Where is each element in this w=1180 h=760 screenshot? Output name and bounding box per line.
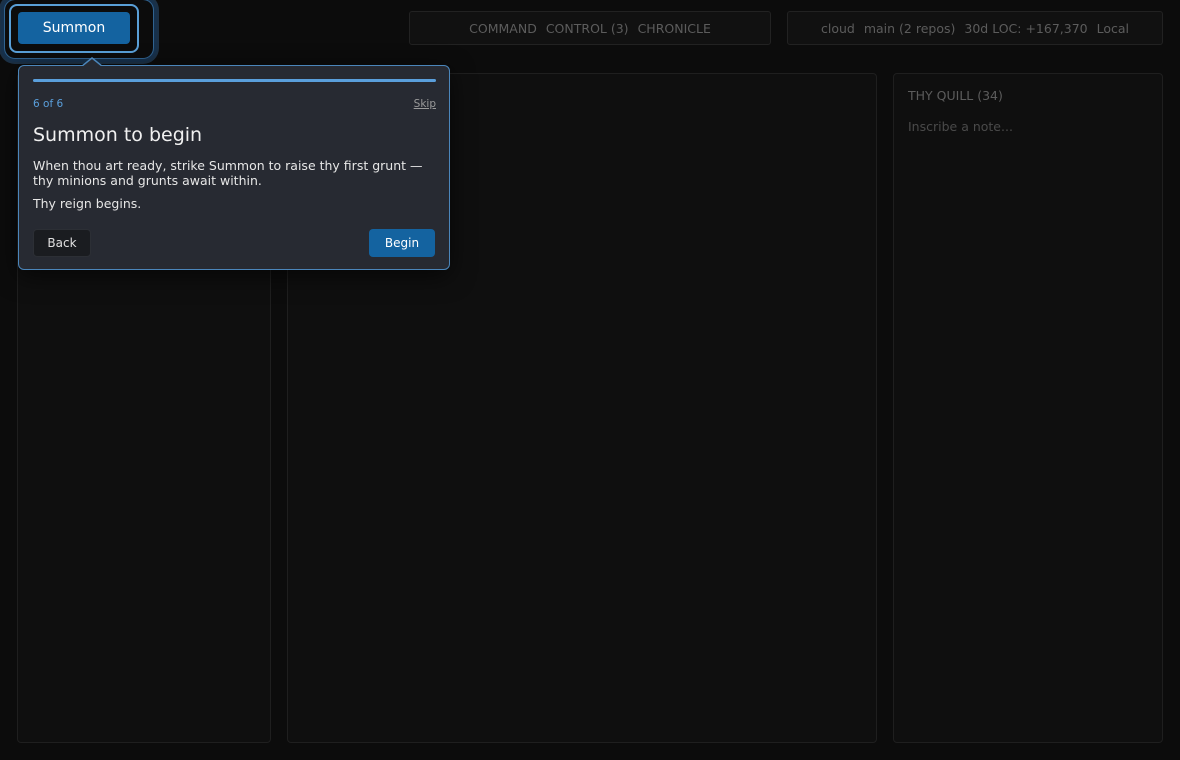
tour-step-counter: 6 of 6 — [33, 98, 64, 110]
tour-popover: 6 of 6 Skip Summon to begin When thou ar… — [18, 57, 450, 270]
nav-bar: COMMAND CONTROL (3) CHRONICLE — [409, 11, 771, 45]
note-input[interactable] — [908, 116, 1148, 136]
tour-progress-bar — [33, 79, 436, 82]
tour-back-button[interactable]: Back — [33, 229, 91, 257]
quill-panel: THY QUILL (34) — [893, 73, 1163, 743]
status-branch[interactable]: main (2 repos) — [864, 21, 956, 36]
status-bar: cloud main (2 repos) 30d LOC: +167,370 L… — [787, 11, 1163, 45]
tour-begin-button[interactable]: Begin — [369, 229, 435, 257]
tour-skip-link[interactable]: Skip — [414, 98, 436, 110]
tour-title: Summon to begin — [33, 124, 203, 146]
quill-title: THY QUILL (34) — [908, 88, 1003, 103]
nav-chronicle[interactable]: CHRONICLE — [638, 21, 711, 36]
tour-body: When thou art ready, strike Summon to ra… — [33, 158, 423, 188]
status-cloud[interactable]: cloud — [821, 21, 855, 36]
summon-button[interactable]: Summon — [18, 12, 130, 44]
status-loc: 30d LOC: +167,370 — [964, 20, 1088, 36]
tour-progress-fill — [33, 79, 436, 82]
tour-body-secondary: Thy reign begins. — [33, 196, 142, 211]
status-mode[interactable]: Local — [1097, 21, 1129, 36]
nav-control[interactable]: CONTROL (3) — [546, 21, 629, 36]
nav-command[interactable]: COMMAND — [469, 21, 537, 36]
